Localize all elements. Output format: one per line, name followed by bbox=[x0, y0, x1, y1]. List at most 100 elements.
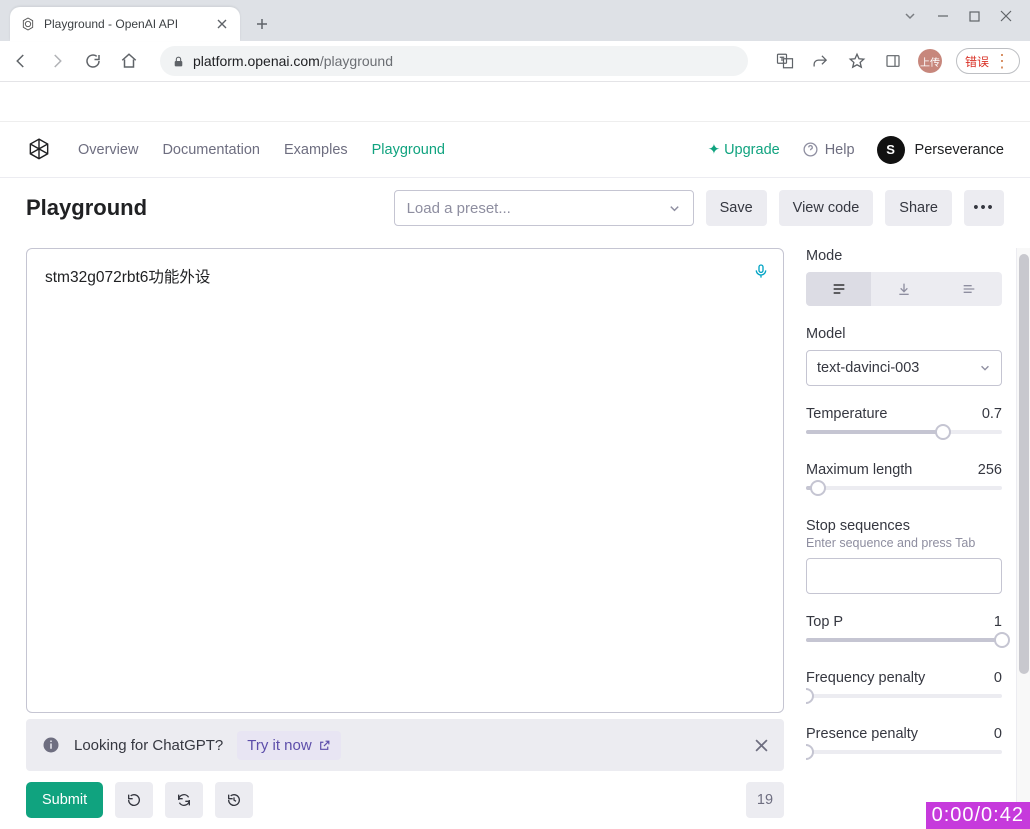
banner-text: Looking for ChatGPT? bbox=[74, 737, 223, 754]
forward-icon bbox=[46, 50, 68, 72]
tab-title: Playground - OpenAI API bbox=[44, 17, 214, 31]
temperature-label: Temperature bbox=[806, 406, 887, 422]
action-bar: Playground Load a preset... Save View co… bbox=[0, 178, 1030, 238]
maxlen-section: Maximum length 256 bbox=[806, 462, 1002, 498]
bookmarks-spacer bbox=[0, 82, 1030, 122]
stop-input[interactable] bbox=[806, 558, 1002, 594]
ellipsis-icon: ••• bbox=[973, 200, 994, 216]
chevron-down-icon[interactable] bbox=[903, 9, 917, 23]
nav-overview[interactable]: Overview bbox=[78, 142, 138, 158]
undo-button[interactable] bbox=[115, 782, 153, 818]
maxlen-slider[interactable] bbox=[806, 478, 1002, 498]
lock-icon bbox=[172, 55, 185, 68]
share-out-icon[interactable] bbox=[810, 50, 832, 72]
save-button[interactable]: Save bbox=[706, 190, 767, 226]
freq-value: 0 bbox=[994, 670, 1002, 686]
more-icon: ⋮ bbox=[993, 51, 1011, 72]
topp-slider[interactable] bbox=[806, 630, 1002, 650]
mode-complete-button[interactable] bbox=[806, 272, 871, 306]
stop-label: Stop sequences bbox=[806, 518, 1002, 534]
model-section: Model text-davinci-003 bbox=[806, 326, 1002, 386]
external-link-icon bbox=[318, 739, 331, 752]
openai-favicon-icon bbox=[20, 16, 36, 32]
home-icon[interactable] bbox=[118, 50, 140, 72]
upgrade-link[interactable]: ✦ Upgrade bbox=[708, 142, 780, 158]
try-it-link[interactable]: Try it now bbox=[237, 731, 340, 760]
mode-section: Mode bbox=[806, 248, 1002, 306]
nav-examples[interactable]: Examples bbox=[284, 142, 348, 158]
regenerate-button[interactable] bbox=[165, 782, 203, 818]
model-label: Model bbox=[806, 326, 1002, 342]
maxlen-label: Maximum length bbox=[806, 462, 912, 478]
topp-section: Top P 1 bbox=[806, 614, 1002, 650]
pres-value: 0 bbox=[994, 726, 1002, 742]
editor-footer: Submit 19 bbox=[26, 771, 784, 829]
app-nav: Overview Documentation Examples Playgrou… bbox=[0, 122, 1030, 178]
extension-area: 上传 错误 ⋮ bbox=[774, 48, 1020, 74]
page-title: Playground bbox=[26, 195, 147, 221]
settings-panel: Mode Model text-davinci-003 Temperature … bbox=[806, 248, 1016, 829]
user-menu[interactable]: S Perseverance bbox=[877, 136, 1004, 164]
prompt-editor[interactable]: stm32g072rbt6功能外设 bbox=[26, 248, 784, 713]
browser-tab[interactable]: Playground - OpenAI API bbox=[10, 7, 240, 41]
upgrade-label: Upgrade bbox=[724, 142, 780, 158]
close-icon[interactable] bbox=[214, 16, 230, 32]
openai-logo-icon[interactable] bbox=[26, 136, 54, 164]
temperature-slider[interactable] bbox=[806, 422, 1002, 442]
mode-insert-button[interactable] bbox=[871, 272, 936, 306]
freq-section: Frequency penalty 0 bbox=[806, 670, 1002, 706]
topp-label: Top P bbox=[806, 614, 843, 630]
mode-label: Mode bbox=[806, 248, 1002, 264]
mode-edit-button[interactable] bbox=[937, 272, 1002, 306]
error-pill[interactable]: 错误 ⋮ bbox=[956, 48, 1020, 74]
history-button[interactable] bbox=[215, 782, 253, 818]
temperature-value: 0.7 bbox=[982, 406, 1002, 422]
maxlen-value: 256 bbox=[978, 462, 1002, 478]
banner-close-icon[interactable] bbox=[755, 739, 768, 752]
freq-label: Frequency penalty bbox=[806, 670, 925, 686]
more-button[interactable]: ••• bbox=[964, 190, 1004, 226]
stop-hint: Enter sequence and press Tab bbox=[806, 536, 1002, 550]
preset-select[interactable]: Load a preset... bbox=[394, 190, 694, 226]
back-icon[interactable] bbox=[10, 50, 32, 72]
pres-label: Presence penalty bbox=[806, 726, 918, 742]
model-select[interactable]: text-davinci-003 bbox=[806, 350, 1002, 386]
user-name: Perseverance bbox=[915, 142, 1004, 158]
info-icon bbox=[42, 736, 60, 754]
sidepanel-icon[interactable] bbox=[882, 50, 904, 72]
window-controls bbox=[885, 0, 1030, 32]
scrollbar-thumb[interactable] bbox=[1019, 254, 1029, 674]
browser-toolbar: platform.openai.com/playground 上传 错误 ⋮ bbox=[0, 41, 1030, 82]
chevron-down-icon bbox=[979, 362, 991, 374]
pres-slider[interactable] bbox=[806, 742, 1002, 762]
address-bar[interactable]: platform.openai.com/playground bbox=[160, 46, 748, 76]
help-link[interactable]: Help bbox=[802, 141, 855, 158]
token-count: 19 bbox=[746, 782, 784, 818]
reload-icon[interactable] bbox=[82, 50, 104, 72]
help-icon bbox=[802, 141, 819, 158]
translate-icon[interactable] bbox=[774, 50, 796, 72]
user-initial-badge: S bbox=[877, 136, 905, 164]
close-window-icon[interactable] bbox=[1000, 10, 1012, 22]
lightning-icon: ✦ bbox=[708, 142, 720, 158]
maximize-icon[interactable] bbox=[969, 11, 980, 22]
pres-section: Presence penalty 0 bbox=[806, 726, 1002, 762]
new-tab-button[interactable] bbox=[248, 10, 276, 38]
minimize-icon[interactable] bbox=[937, 10, 949, 22]
view-code-button[interactable]: View code bbox=[779, 190, 874, 226]
topp-value: 1 bbox=[994, 614, 1002, 630]
vertical-scrollbar[interactable] bbox=[1016, 248, 1030, 829]
preset-placeholder: Load a preset... bbox=[407, 200, 511, 217]
share-button[interactable]: Share bbox=[885, 190, 952, 226]
nav-playground[interactable]: Playground bbox=[372, 142, 445, 158]
profile-avatar[interactable]: 上传 bbox=[918, 49, 942, 73]
video-timestamp-overlay: 0:00/0:42 bbox=[926, 802, 1030, 829]
microphone-icon[interactable] bbox=[753, 261, 769, 281]
star-icon[interactable] bbox=[846, 50, 868, 72]
url-host: platform.openai.com bbox=[193, 53, 320, 69]
editor-column: stm32g072rbt6功能外设 Looking for ChatGPT? T… bbox=[26, 248, 806, 829]
freq-slider[interactable] bbox=[806, 686, 1002, 706]
url-path: /playground bbox=[320, 53, 393, 69]
submit-button[interactable]: Submit bbox=[26, 782, 103, 818]
nav-documentation[interactable]: Documentation bbox=[162, 142, 260, 158]
